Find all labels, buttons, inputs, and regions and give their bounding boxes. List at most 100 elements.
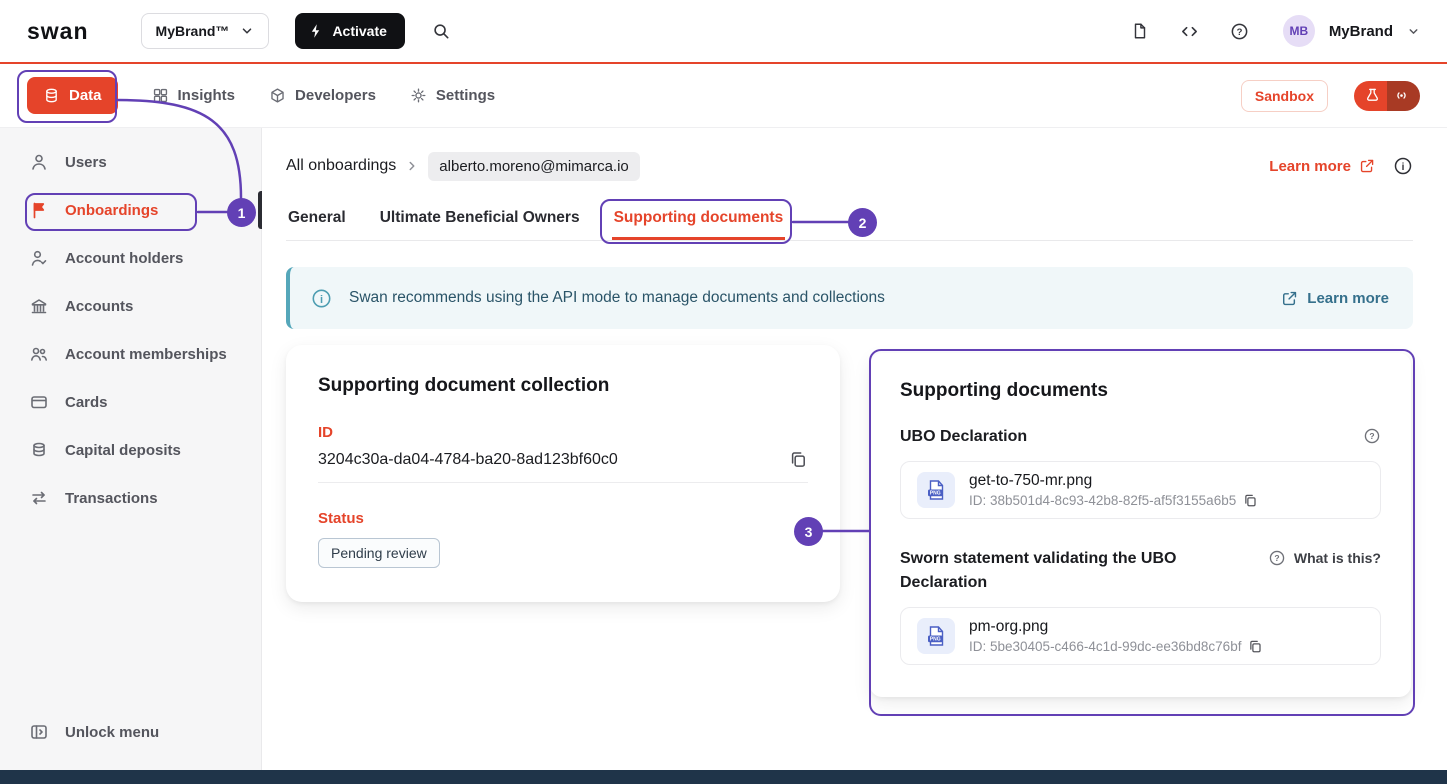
- navbar-right: Sandbox: [1241, 80, 1420, 112]
- breadcrumb-root[interactable]: All onboardings: [286, 157, 396, 175]
- nav-developers[interactable]: Developers: [269, 87, 376, 104]
- sidebar-item-label: Transactions: [65, 490, 158, 507]
- tab-general[interactable]: General: [286, 197, 348, 240]
- banner-learn-more-label: Learn more: [1307, 290, 1389, 307]
- docs-icon[interactable]: [1125, 16, 1155, 46]
- document-section-label: Sworn statement validating the UBO Decla…: [900, 547, 1200, 595]
- code-icon[interactable]: [1175, 16, 1205, 46]
- file-row[interactable]: PNG pm-org.png ID: 5be30405-c466-4c1d-99…: [900, 607, 1381, 665]
- help-icon: ?: [1268, 549, 1286, 567]
- chevron-right-icon: [405, 159, 419, 173]
- sidebar-item-account-memberships[interactable]: Account memberships: [0, 330, 261, 378]
- sidebar-item-label: Onboardings: [65, 202, 158, 219]
- collection-id-value: 3204c30a-da04-4784-ba20-8ad123bf60c0: [318, 451, 618, 469]
- annotation-step-3: 3: [794, 517, 823, 546]
- swan-logo: swan: [27, 18, 89, 45]
- copy-icon[interactable]: [1243, 493, 1258, 508]
- svg-text:PNG: PNG: [930, 491, 941, 497]
- svg-text:i: i: [320, 293, 323, 305]
- chevron-down-icon[interactable]: [1407, 25, 1420, 38]
- svg-text:PNG: PNG: [930, 637, 941, 643]
- sidebar-spacer: [0, 522, 261, 708]
- info-icon[interactable]: i: [1393, 156, 1413, 176]
- supporting-document-collection-card: Supporting document collection ID 3204c3…: [286, 345, 840, 602]
- sidebar: Users Onboardings Account holders Accoun…: [0, 128, 262, 770]
- sidebar-item-users[interactable]: Users: [0, 138, 261, 186]
- file-id: ID: 38b501d4-8c93-42b8-82f5-af5f3155a6b5: [969, 493, 1236, 508]
- status-badge: Pending review: [318, 538, 440, 568]
- environment-toggle[interactable]: [1354, 81, 1420, 111]
- file-meta: get-to-750-mr.png ID: 38b501d4-8c93-42b8…: [969, 472, 1258, 508]
- file-name: get-to-750-mr.png: [969, 472, 1258, 490]
- avatar[interactable]: MB: [1283, 15, 1315, 47]
- help-icon[interactable]: ?: [1225, 16, 1255, 46]
- sidebar-item-label: Cards: [65, 394, 108, 411]
- info-icon: i: [311, 288, 332, 309]
- svg-text:i: i: [1402, 162, 1405, 173]
- file-row[interactable]: PNG get-to-750-mr.png ID: 38b501d4-8c93-…: [900, 461, 1381, 519]
- annotation-step-2: 2: [848, 208, 877, 237]
- nav-developers-label: Developers: [295, 87, 376, 104]
- annotation-step-1: 1: [227, 198, 256, 227]
- topbar: swan MyBrand™ Activate ?: [0, 0, 1447, 62]
- svg-text:?: ?: [1237, 26, 1243, 37]
- png-file-icon: PNG: [917, 618, 955, 654]
- card-title: Supporting documents: [900, 380, 1381, 402]
- tab-ultimate-beneficial-owners[interactable]: Ultimate Beneficial Owners: [378, 197, 582, 240]
- what-is-this-label: What is this?: [1294, 550, 1381, 566]
- file-id: ID: 5be30405-c466-4c1d-99dc-ee36bd8c76bf: [969, 639, 1241, 654]
- banner-learn-more-link[interactable]: Learn more: [1281, 290, 1389, 307]
- activate-label: Activate: [332, 23, 386, 39]
- api-recommendation-banner: i Swan recommends using the API mode to …: [286, 267, 1413, 329]
- file-name: pm-org.png: [969, 618, 1263, 636]
- nav-settings[interactable]: Settings: [410, 87, 495, 104]
- breadcrumb-current: alberto.moreno@mimarca.io: [428, 152, 639, 181]
- breadcrumb-actions: Learn more i: [1269, 156, 1413, 176]
- help-icon[interactable]: ?: [1363, 427, 1381, 445]
- package-icon: [269, 87, 286, 104]
- topbar-right: ? MB MyBrand: [1125, 15, 1420, 47]
- copy-icon[interactable]: [789, 450, 808, 469]
- document-section-header: Sworn statement validating the UBO Decla…: [900, 547, 1381, 595]
- broadcast-icon: [1387, 81, 1420, 111]
- grid-icon: [152, 87, 169, 104]
- sidebar-unlock-menu[interactable]: Unlock menu: [0, 708, 261, 756]
- bottom-strip: [0, 770, 1447, 784]
- document-section-header: UBO Declaration ?: [900, 425, 1381, 449]
- svg-text:?: ?: [1369, 431, 1374, 441]
- file-meta: pm-org.png ID: 5be30405-c466-4c1d-99dc-e…: [969, 618, 1263, 654]
- app-window: swan MyBrand™ Activate ?: [0, 0, 1447, 784]
- tab-supporting-documents[interactable]: Supporting documents: [612, 197, 786, 240]
- external-link-icon: [1359, 158, 1375, 174]
- active-item-indicator: [258, 191, 262, 229]
- nav-settings-label: Settings: [436, 87, 495, 104]
- search-icon[interactable]: [427, 16, 457, 46]
- nav-data-button[interactable]: Data: [27, 77, 118, 114]
- learn-more-link[interactable]: Learn more: [1269, 158, 1375, 175]
- chevron-down-icon: [240, 24, 254, 38]
- copy-icon[interactable]: [1248, 639, 1263, 654]
- collection-id-row: 3204c30a-da04-4784-ba20-8ad123bf60c0: [318, 450, 808, 483]
- account-name: MyBrand: [1329, 23, 1393, 40]
- banner-text: Swan recommends using the API mode to ma…: [349, 289, 885, 307]
- project-name: MyBrand™: [156, 23, 230, 39]
- what-is-this-link[interactable]: ? What is this?: [1268, 549, 1381, 567]
- sidebar-item-cards[interactable]: Cards: [0, 378, 261, 426]
- nav-insights-label: Insights: [178, 87, 236, 104]
- sidebar-item-transactions[interactable]: Transactions: [0, 474, 261, 522]
- sidebar-item-capital-deposits[interactable]: Capital deposits: [0, 426, 261, 474]
- content-area: Users Onboardings Account holders Accoun…: [0, 128, 1447, 770]
- png-file-icon: PNG: [917, 472, 955, 508]
- sidebar-item-accounts[interactable]: Accounts: [0, 282, 261, 330]
- sidebar-item-label: Accounts: [65, 298, 133, 315]
- cards-row: Supporting document collection ID 3204c3…: [286, 345, 1413, 697]
- sidebar-item-onboardings[interactable]: Onboardings: [0, 186, 261, 234]
- svg-text:?: ?: [1274, 553, 1279, 563]
- nav-insights[interactable]: Insights: [152, 87, 236, 104]
- activate-button[interactable]: Activate: [295, 13, 404, 49]
- project-selector[interactable]: MyBrand™: [141, 13, 270, 49]
- card-title: Supporting document collection: [318, 375, 808, 397]
- sidebar-item-account-holders[interactable]: Account holders: [0, 234, 261, 282]
- bolt-icon: [308, 23, 324, 39]
- learn-more-label: Learn more: [1269, 158, 1351, 175]
